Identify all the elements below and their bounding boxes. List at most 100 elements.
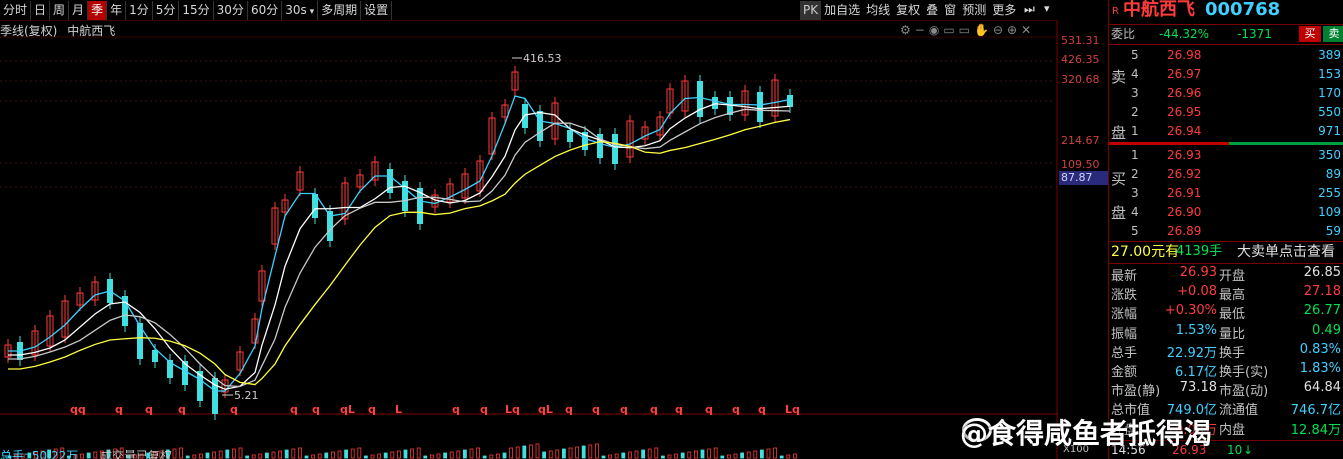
- volume-bar: [370, 454, 375, 459]
- volume-bar: [766, 448, 771, 459]
- volume-bar: [179, 447, 184, 459]
- zoom-plus-icon[interactable]: ⊕: [1007, 23, 1021, 37]
- volume-bar: [542, 451, 546, 459]
- volume-bar: [746, 451, 751, 459]
- sells-price[interactable]: 26.96: [1167, 86, 1201, 100]
- toolbar-right-item-0[interactable]: PK: [800, 1, 822, 20]
- kline-chart[interactable]: 416.535.21qq q q q q q q qL q Lq q Lq qL q q q q q q q q Lq: [0, 21, 1058, 459]
- toolbar-right-item-7[interactable]: 更多: [989, 1, 1019, 20]
- toolbar-dropdown-icon[interactable]: ▾: [1044, 2, 1050, 15]
- buys-price[interactable]: 26.89: [1167, 224, 1201, 238]
- chart-control-icons[interactable]: ⚙−◉▭▭✋⊖⊕✕: [900, 23, 1035, 37]
- hand-icon[interactable]: ✋: [974, 23, 993, 37]
- signal-marker: q: [312, 403, 320, 416]
- buys-price[interactable]: 26.91: [1167, 186, 1201, 200]
- period-tab-9[interactable]: 30分: [214, 0, 248, 20]
- zoom-out-icon[interactable]: −: [915, 23, 929, 37]
- volume-bar: [449, 451, 454, 459]
- stat-k2: 开盘: [1219, 269, 1246, 284]
- sells-n: 5: [1131, 48, 1139, 62]
- buys-vol: 350: [1318, 148, 1341, 162]
- period-tab-1[interactable]: 日: [31, 0, 51, 20]
- volume-bar: [383, 452, 388, 459]
- toolbar-collapse-icon[interactable]: ⏭: [1024, 2, 1035, 17]
- period-tab-11[interactable]: 30s: [282, 0, 319, 20]
- stat-v2: 746.7亿: [1290, 403, 1341, 419]
- volume-bar: [495, 453, 500, 459]
- big-order-row[interactable]: 27.00元有 4139手 大卖单点击查看: [1109, 243, 1343, 263]
- volume-bar: [324, 452, 329, 459]
- toolbar-right-item-2[interactable]: 均线: [863, 1, 893, 20]
- toolbar-right-item-6[interactable]: 预测: [959, 1, 989, 20]
- stat-v1: +0.30%: [1164, 303, 1217, 319]
- volume-bar: [733, 453, 738, 459]
- volume-bar: [251, 454, 256, 459]
- sells-vol: 971: [1318, 124, 1341, 138]
- sells-price[interactable]: 26.97: [1167, 67, 1201, 81]
- period-label: 季线(复权): [0, 24, 58, 38]
- period-tab-2[interactable]: 周: [50, 0, 70, 20]
- period-tab-6[interactable]: 1分: [126, 0, 153, 20]
- sell-button[interactable]: 卖: [1323, 26, 1343, 42]
- volume-bar: [363, 455, 368, 459]
- volume-bar: [502, 452, 507, 459]
- signal-marker: q: [732, 403, 740, 416]
- signal-marker: qL: [538, 403, 553, 416]
- window-icon[interactable]: ▭: [943, 23, 958, 37]
- signal-marker: q: [230, 403, 238, 416]
- sells-price[interactable]: 26.94: [1167, 124, 1201, 138]
- toolbar-right-item-1[interactable]: 加自选: [821, 1, 863, 20]
- period-tab-5[interactable]: 年: [107, 0, 127, 20]
- toolbar-right-item-5[interactable]: 窗: [941, 1, 959, 20]
- sells-price[interactable]: 26.95: [1167, 105, 1201, 119]
- high-marker-label: 416.53: [523, 52, 562, 65]
- buys-price[interactable]: 26.90: [1167, 205, 1201, 219]
- toolbar-right-item-4[interactable]: 叠: [923, 1, 941, 20]
- candle-body: [567, 130, 573, 142]
- volume-bar: [661, 455, 665, 459]
- period-tab-8[interactable]: 15分: [179, 0, 214, 20]
- period-tab-0[interactable]: 分时: [0, 0, 32, 20]
- volume-bar: [621, 452, 626, 459]
- zoom-minus-icon[interactable]: ⊖: [993, 23, 1007, 37]
- sells-price[interactable]: 26.98: [1167, 48, 1201, 62]
- stat-k1: 市盈(静): [1111, 384, 1161, 400]
- period-tab-7[interactable]: 5分: [153, 0, 180, 20]
- close-icon[interactable]: ✕: [1021, 23, 1035, 37]
- stat-v1: 6.17亿: [1175, 365, 1217, 380]
- buys-n: 1: [1131, 148, 1139, 162]
- stat-v2: 1.83%: [1299, 361, 1341, 376]
- window2-icon[interactable]: ▭: [959, 23, 974, 37]
- stat-k2: 内盘: [1219, 422, 1246, 438]
- buys-price[interactable]: 26.93: [1167, 148, 1201, 162]
- volume-bar: [416, 447, 421, 459]
- volume-bar: [601, 455, 606, 459]
- signal-marker: q: [178, 403, 186, 416]
- candle-body: [712, 97, 718, 109]
- kline-chart-area[interactable]: 416.53 5.21 qq q q q q q q qL q Lq q Lq qL q q q q q q q q Lq: [0, 21, 1058, 459]
- signal-marker: q: [592, 403, 600, 416]
- price-tick-label: 214.67: [1061, 134, 1100, 147]
- buy-button[interactable]: 买: [1299, 26, 1321, 42]
- signal-marker: q: [758, 403, 766, 416]
- volume-bar: [760, 449, 764, 459]
- toolbar-right-item-3[interactable]: 复权: [893, 1, 923, 20]
- volume-bar: [357, 447, 362, 459]
- buys-price[interactable]: 26.92: [1167, 167, 1201, 181]
- volume-bar: [297, 447, 302, 459]
- volume-bar: [469, 448, 474, 459]
- settings-icon[interactable]: ⚙: [900, 23, 915, 37]
- candle-body: [757, 92, 763, 122]
- volume-bar: [271, 451, 276, 459]
- period-tab-4[interactable]: 季: [88, 0, 108, 20]
- period-tab-12[interactable]: 多周期: [318, 0, 362, 20]
- stat-v1: 26.93: [1179, 265, 1217, 280]
- period-tab-3[interactable]: 月: [69, 0, 89, 20]
- period-tab-10[interactable]: 60分: [248, 0, 283, 20]
- period-tab-13[interactable]: 设置: [361, 0, 393, 20]
- big-order-link[interactable]: 大卖单点击查看: [1237, 243, 1335, 261]
- volume-bar: [377, 453, 382, 459]
- volume-bar: [245, 455, 250, 459]
- stat-k1: 涨跌: [1111, 288, 1138, 304]
- eye-icon[interactable]: ◉: [929, 23, 943, 37]
